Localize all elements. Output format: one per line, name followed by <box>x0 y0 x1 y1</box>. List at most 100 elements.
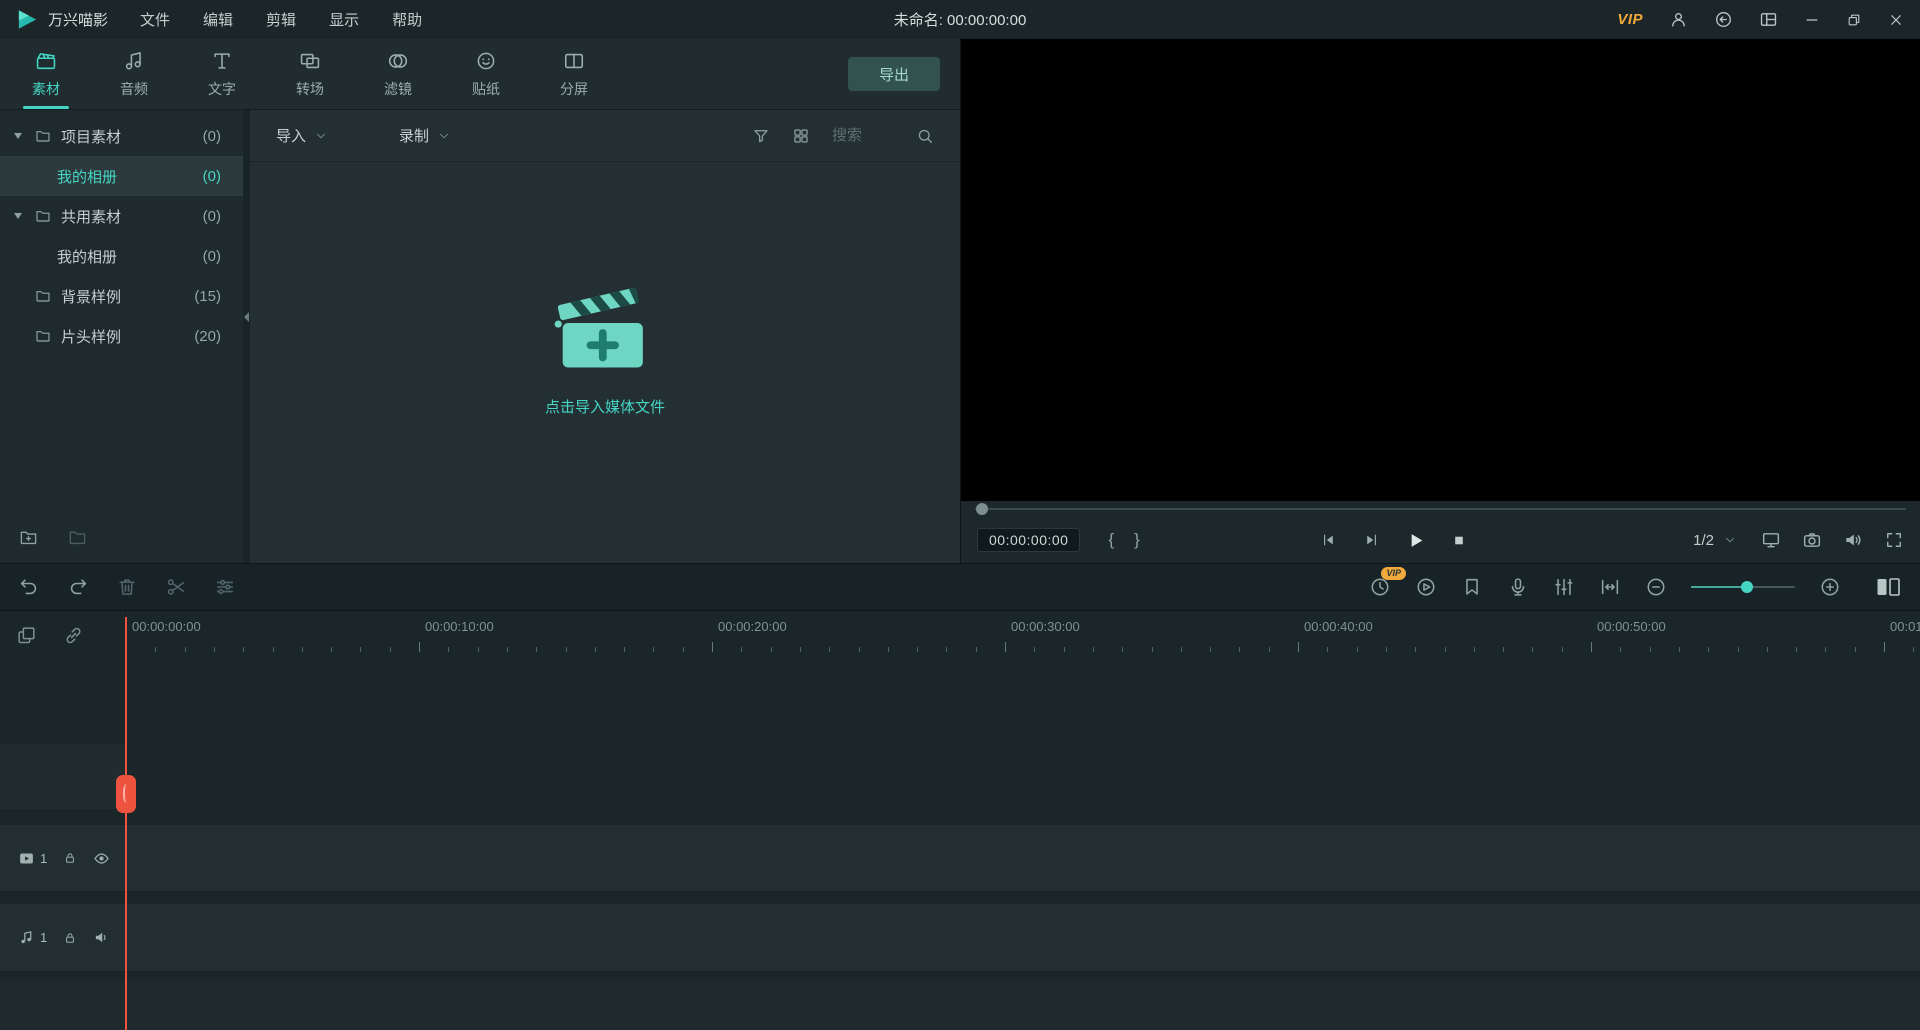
redo-icon[interactable] <box>67 576 89 598</box>
sidebar-item[interactable]: 片头样例(20) <box>0 316 243 356</box>
lock-icon[interactable] <box>63 931 77 945</box>
menu-item[interactable]: 显示 <box>329 9 359 30</box>
properties-icon[interactable] <box>214 576 236 598</box>
restore-button[interactable] <box>1846 12 1862 28</box>
sidebar-item[interactable]: 共用素材(0) <box>0 196 243 236</box>
manage-tracks-icon[interactable] <box>16 625 37 646</box>
snapshot-icon[interactable] <box>1802 530 1822 550</box>
filter-icon <box>387 50 409 72</box>
ruler-tick <box>360 647 361 652</box>
seek-track[interactable] <box>975 508 1906 510</box>
menu-item[interactable]: 编辑 <box>203 9 233 30</box>
volume-icon[interactable] <box>1843 530 1863 550</box>
sidebar-item[interactable]: 我的相册(0) <box>0 156 243 196</box>
zoom-in-icon[interactable] <box>1819 576 1841 598</box>
tab-media[interactable]: 素材 <box>20 39 72 109</box>
next-frame-button[interactable] <box>1363 532 1379 548</box>
expand-arrow-icon[interactable] <box>14 213 25 219</box>
vip-badge[interactable]: VIP <box>1617 11 1643 28</box>
voiceover-icon[interactable] <box>1507 576 1529 598</box>
mute-icon[interactable] <box>93 929 110 946</box>
menu-item[interactable]: 帮助 <box>392 9 422 30</box>
delete-icon[interactable] <box>116 576 138 598</box>
audio-track-lane[interactable] <box>0 903 1920 972</box>
play-button[interactable] <box>1406 531 1425 550</box>
audio-track-label: 1 <box>18 929 47 946</box>
video-viewport[interactable] <box>961 39 1920 501</box>
timeline-ruler[interactable]: 00:00:00:0000:00:10:0000:00:20:0000:00:3… <box>126 617 1920 655</box>
import-dropdown[interactable]: 导入 <box>276 125 327 146</box>
search-input[interactable] <box>832 127 912 144</box>
menu-item[interactable]: 剪辑 <box>266 9 296 30</box>
minimize-button[interactable] <box>1804 12 1820 28</box>
tab-filter[interactable]: 滤镜 <box>372 39 424 109</box>
tab-sticker[interactable]: 贴纸 <box>460 39 512 109</box>
tab-splitscreen[interactable]: 分屏 <box>548 39 600 109</box>
ruler-tick <box>800 647 801 652</box>
folder-icon <box>34 288 52 304</box>
stop-button[interactable] <box>1452 534 1465 547</box>
lock-icon[interactable] <box>63 851 77 865</box>
tab-transition[interactable]: 转场 <box>284 39 336 109</box>
folder-icon <box>34 128 52 144</box>
eye-icon[interactable] <box>93 850 110 867</box>
display-device-icon[interactable] <box>1761 530 1781 550</box>
sidebar-item-count: (15) <box>194 288 221 305</box>
filter-icon[interactable] <box>752 127 770 145</box>
mark-out-button[interactable]: } <box>1134 530 1140 550</box>
ruler-tick <box>155 647 156 652</box>
playhead-handle[interactable] <box>116 775 136 813</box>
sidebar-divider[interactable] <box>243 110 250 563</box>
ruler-tick <box>1620 647 1621 652</box>
close-button[interactable] <box>1888 12 1904 28</box>
sidebar-item[interactable]: 项目素材(0) <box>0 116 243 156</box>
seek-bar[interactable] <box>961 501 1920 517</box>
search-icon[interactable] <box>916 127 934 145</box>
ruler-tick <box>1650 647 1651 652</box>
tab-audio[interactable]: 音频 <box>108 39 160 109</box>
split-icon[interactable] <box>165 576 187 598</box>
link-clips-icon[interactable] <box>63 625 84 646</box>
marker-icon[interactable] <box>1461 576 1483 598</box>
seek-handle[interactable] <box>976 503 988 515</box>
mark-in-button[interactable]: { <box>1108 530 1114 550</box>
undo-icon[interactable] <box>18 576 40 598</box>
grid-view-icon[interactable] <box>792 127 810 145</box>
menu-item[interactable]: 文件 <box>140 9 170 30</box>
panel-layout-icon[interactable] <box>1875 576 1902 598</box>
fullscreen-icon[interactable] <box>1884 530 1904 550</box>
track-header-gutter: 1 1 <box>0 611 126 1030</box>
previous-frame-button[interactable] <box>1320 532 1336 548</box>
ruler-tick <box>1034 647 1035 652</box>
expand-arrow-icon[interactable] <box>14 133 25 139</box>
tab-text[interactable]: 文字 <box>196 39 248 109</box>
transition-icon <box>299 50 321 72</box>
sidebar-item[interactable]: 背景样例(15) <box>0 276 243 316</box>
import-media-dropzone[interactable]: 点击导入媒体文件 <box>250 162 960 563</box>
timeline-zoom-slider[interactable] <box>1691 586 1795 588</box>
ruler-tick <box>1825 647 1826 652</box>
video-track-lane[interactable] <box>0 824 1920 892</box>
sidebar-item[interactable]: 我的相册(0) <box>0 236 243 276</box>
sidebar-footer <box>0 528 243 563</box>
tab-label: 素材 <box>32 79 60 99</box>
feedback-icon[interactable] <box>1714 10 1733 29</box>
zoom-out-icon[interactable] <box>1645 576 1667 598</box>
main-area: 素材音频文字转场滤镜贴纸分屏 导出 项目素材(0)我的相册(0)共用素材(0)我… <box>0 39 1920 563</box>
playback-quality-dropdown[interactable]: 1/2 <box>1693 532 1736 549</box>
render-play-icon[interactable] <box>1415 576 1437 598</box>
new-folder-icon[interactable] <box>18 528 39 547</box>
delete-folder-icon[interactable] <box>67 528 88 547</box>
record-dropdown[interactable]: 录制 <box>399 125 450 146</box>
layout-icon[interactable] <box>1759 10 1778 29</box>
playhead[interactable] <box>125 617 127 1030</box>
zoom-slider-handle[interactable] <box>1741 581 1753 593</box>
account-icon[interactable] <box>1669 10 1688 29</box>
audio-mixer-icon[interactable] <box>1553 576 1575 598</box>
fit-timeline-icon[interactable] <box>1599 576 1621 598</box>
timeline: 1 1 00:00:00:0000:00:10:0000:00:20:0000:… <box>0 610 1920 1030</box>
export-button[interactable]: 导出 <box>848 57 940 91</box>
collapse-sidebar-icon[interactable] <box>244 309 249 327</box>
folder-icon <box>34 328 52 344</box>
ruler-tick <box>1474 647 1475 652</box>
